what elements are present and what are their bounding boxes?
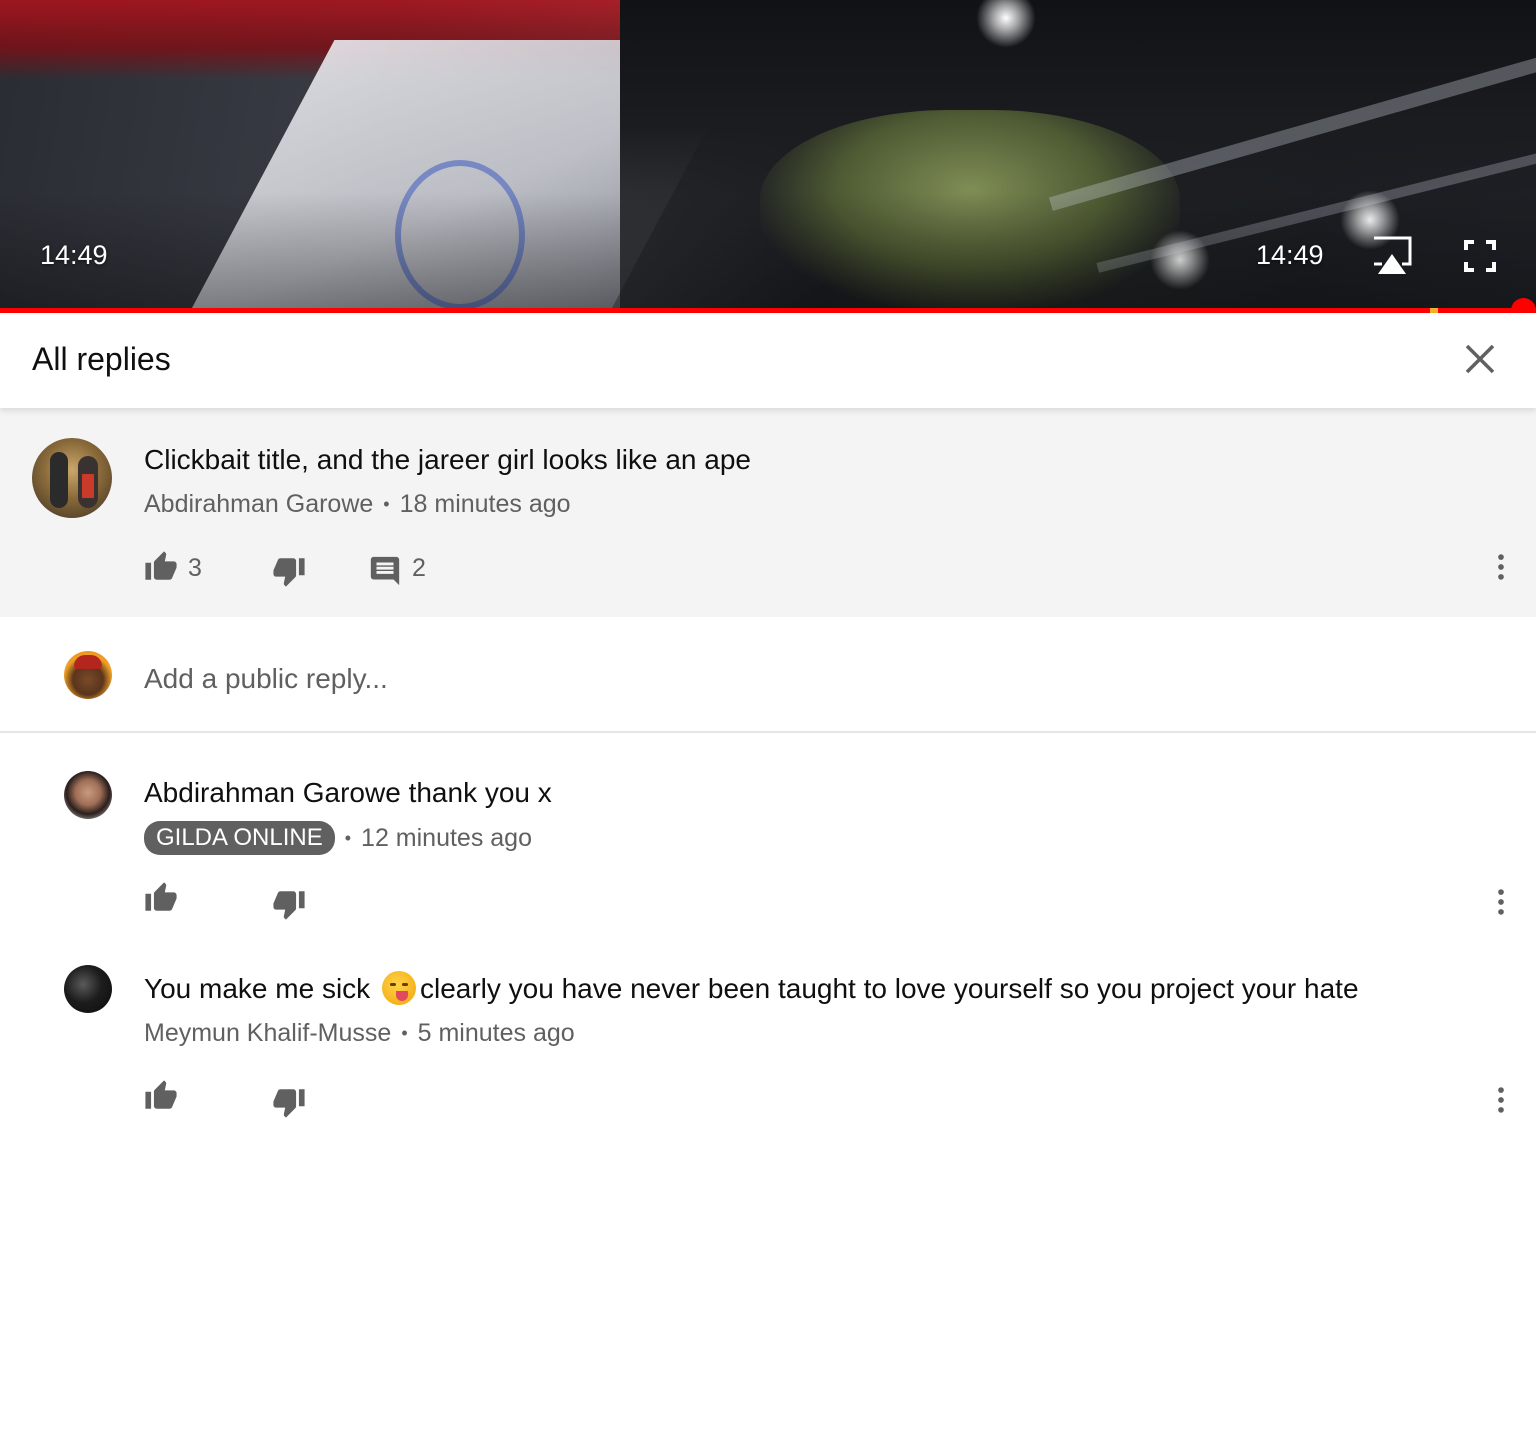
more-vert-icon[interactable]	[1484, 550, 1518, 584]
comment-time: 12 minutes ago	[361, 823, 532, 852]
meta-separator: •	[344, 827, 352, 848]
thumbs-up-icon[interactable]	[144, 550, 178, 584]
comment-text: You make me sick clearly you have never …	[144, 970, 1359, 1008]
airplay-icon[interactable]	[1368, 234, 1416, 278]
thumbs-down-icon[interactable]	[272, 887, 306, 921]
like-count: 3	[188, 554, 202, 582]
avatar[interactable]	[64, 965, 112, 1013]
thumbs-up-icon[interactable]	[144, 1079, 178, 1113]
thumbs-up-icon[interactable]	[144, 881, 178, 915]
meta-separator: •	[401, 1023, 408, 1043]
comment-text-part: clearly you have never been taught to lo…	[419, 973, 1359, 1004]
meta-separator: •	[383, 494, 390, 514]
comment-time: 5 minutes ago	[417, 1019, 575, 1047]
more-vert-icon[interactable]	[1484, 1083, 1518, 1117]
close-icon[interactable]	[1456, 335, 1504, 383]
comment-author[interactable]: Meymun Khalif-Musse	[144, 1019, 391, 1048]
comment-actions: 3 2	[144, 550, 1524, 590]
avatar	[64, 651, 112, 699]
reply-count: 2	[412, 554, 426, 582]
comment-actions	[144, 1079, 1524, 1119]
thumbs-down-icon[interactable]	[272, 554, 306, 588]
comment-text: Abdirahman Garowe thank you x	[144, 777, 552, 808]
reply-item: Abdirahman Garowe thank you x GILDA ONLI…	[0, 733, 1536, 933]
drooling-face-emoji	[381, 970, 416, 1005]
comment-actions	[144, 881, 1524, 921]
replies-header: All replies	[0, 313, 1536, 408]
add-reply-box	[0, 617, 1536, 733]
parent-comment: Clickbait title, and the jareer girl loo…	[0, 408, 1536, 617]
channel-owner-badge[interactable]: GILDA ONLINE	[144, 821, 335, 855]
reply-input[interactable]	[144, 659, 1444, 699]
thumbs-down-icon[interactable]	[272, 1085, 306, 1119]
comment-meta: GILDA ONLINE • 12 minutes ago	[144, 821, 532, 855]
duration-time: 14:49	[1256, 240, 1324, 270]
comment-author[interactable]: Abdirahman Garowe	[144, 490, 373, 519]
avatar[interactable]	[32, 438, 112, 518]
comment-text: Clickbait title, and the jareer girl loo…	[144, 444, 751, 475]
comment-meta: Abdirahman Garowe • 18 minutes ago	[144, 490, 571, 519]
avatar[interactable]	[64, 771, 112, 819]
fullscreen-icon[interactable]	[1458, 236, 1506, 280]
reply-item: You make me sick clearly you have never …	[0, 933, 1536, 1133]
comment-time: 18 minutes ago	[399, 490, 571, 518]
more-vert-icon[interactable]	[1484, 885, 1518, 919]
comment-icon[interactable]	[368, 554, 402, 588]
comment-meta: Meymun Khalif-Musse • 5 minutes ago	[144, 1019, 575, 1048]
video-player[interactable]: 14:49 14:49	[0, 0, 1536, 312]
comment-text-part: You make me sick	[144, 973, 371, 1004]
current-time: 14:49	[40, 240, 108, 270]
page-title: All replies	[32, 341, 171, 377]
